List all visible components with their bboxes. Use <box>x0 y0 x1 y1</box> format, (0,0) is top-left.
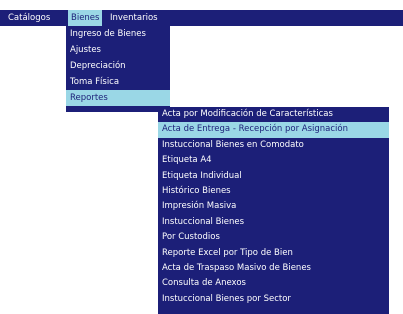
reportes-submenu: Acta por Modificación de Características… <box>158 107 389 314</box>
submenu-item-historico-bienes[interactable]: Histórico Bienes <box>158 184 389 199</box>
submenu-item-etiqueta-individual[interactable]: Etiqueta Individual <box>158 169 389 184</box>
submenu-item-instuccional-comodato[interactable]: Instuccional Bienes en Comodato <box>158 138 389 153</box>
bienes-dropdown: Ingreso de Bienes Ajustes Depreciación T… <box>66 26 170 112</box>
submenu-item-acta-modificacion[interactable]: Acta por Modificación de Características <box>158 107 389 122</box>
submenu-item-instuccional-sector[interactable]: Instuccional Bienes por Sector <box>158 292 389 307</box>
menu-item-ajustes[interactable]: Ajustes <box>66 42 170 58</box>
menu-item-reportes[interactable]: Reportes <box>66 90 170 106</box>
submenu-item-por-custodios[interactable]: Por Custodios <box>158 230 389 245</box>
menu-bienes[interactable]: Bienes <box>68 10 103 26</box>
submenu-item-acta-entrega-recepcion[interactable]: Acta de Entrega - Recepción por Asignaci… <box>158 122 389 138</box>
submenu-item-consulta-anexos[interactable]: Consulta de Anexos <box>158 276 389 291</box>
menu-catalogos[interactable]: Catálogos <box>5 10 53 26</box>
submenu-item-impresion-masiva[interactable]: Impresión Masiva <box>158 199 389 214</box>
submenu-item-acta-traspaso-masivo[interactable]: Acta de Traspaso Masivo de Bienes <box>158 261 389 276</box>
menu-item-depreciacion[interactable]: Depreciación <box>66 58 170 74</box>
menu-inventarios[interactable]: Inventarios <box>107 10 161 26</box>
menu-item-toma-fisica[interactable]: Toma Física <box>66 74 170 90</box>
submenu-item-instuccional-bienes[interactable]: Instuccional Bienes <box>158 215 389 230</box>
top-menubar: Catálogos Bienes Inventarios <box>0 10 403 26</box>
submenu-item-etiqueta-a4[interactable]: Etiqueta A4 <box>158 153 389 168</box>
menu-item-ingreso-de-bienes[interactable]: Ingreso de Bienes <box>66 26 170 42</box>
submenu-item-reporte-excel-tipo-bien[interactable]: Reporte Excel por Tipo de Bien <box>158 246 389 261</box>
